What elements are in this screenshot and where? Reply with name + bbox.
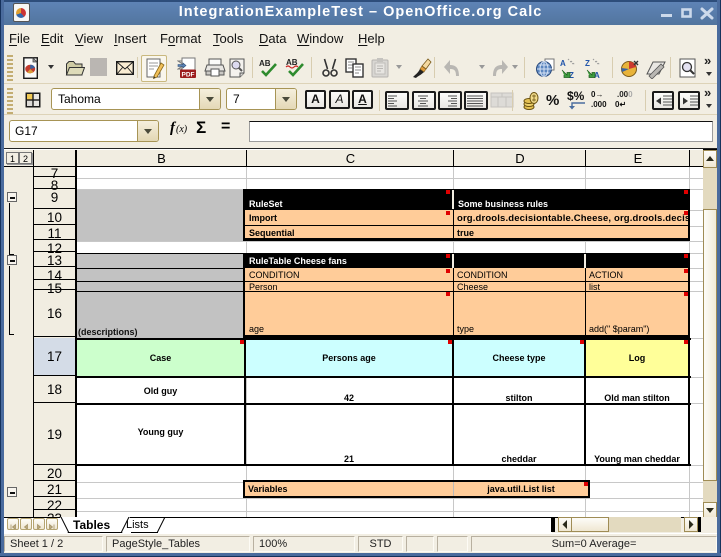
svg-text:Z: Z	[585, 59, 590, 68]
svg-text:A: A	[560, 59, 566, 68]
svg-text:PDF: PDF	[182, 72, 195, 79]
svg-text:AB: AB	[259, 59, 271, 68]
